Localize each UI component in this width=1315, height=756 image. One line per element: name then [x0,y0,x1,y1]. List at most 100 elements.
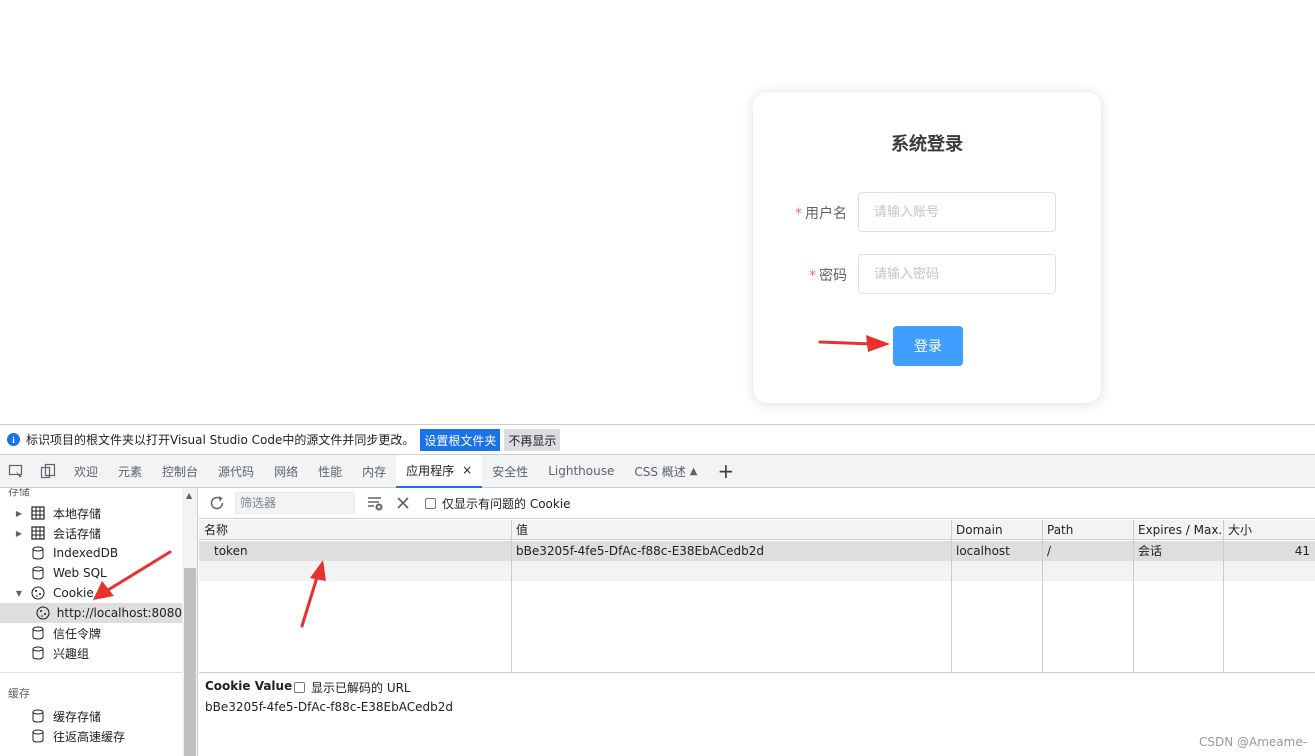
scrollbar-thumb[interactable] [184,568,196,756]
infobar-message: 标识项目的根文件夹以打开Visual Studio Code中的源文件并同步更改… [26,433,415,447]
database-icon [30,646,46,660]
cookie-value-text: bBe3205f-4fe5-DfAc-f88c-E38EbACedb2d [205,700,453,714]
sidebar-scrollbar[interactable]: ▲ [182,488,197,756]
filter-input[interactable] [235,492,355,514]
column-divider[interactable] [1223,520,1224,672]
grid-icon [30,506,46,520]
delete-selected-icon[interactable] [389,489,417,517]
sidebar-item-local-storage[interactable]: ▶ 本地存储 [0,503,182,523]
sidebar-item-localhost-cookie[interactable]: http://localhost:8080 [0,603,182,623]
device-toolbar-icon[interactable] [32,455,64,488]
tab-elements[interactable]: 元素 [108,455,152,488]
required-mark: * [795,206,802,222]
password-label: * 密码 [773,265,847,285]
show-decoded-url-label: 显示已解码的 URL [311,681,411,695]
scroll-up-arrow-icon[interactable]: ▲ [186,491,192,500]
cell-expires: 会话 [1138,544,1163,558]
column-divider[interactable] [951,520,952,672]
tab-sources[interactable]: 源代码 [208,455,264,488]
username-input[interactable] [858,192,1056,232]
login-title: 系统登录 [891,134,963,155]
tab-security[interactable]: 安全性 [482,455,538,488]
only-issues-label: 仅显示有问题的 Cookie [442,496,571,511]
sidebar-item-web-sql[interactable]: Web SQL [0,563,182,583]
column-divider[interactable] [1042,520,1043,672]
sidebar-item-interest-groups[interactable]: 兴趣组 [0,643,182,663]
cache-section-header: 缓存 [8,687,30,700]
only-issues-checkbox[interactable] [425,497,436,509]
collapse-arrow-icon[interactable]: ▼ [12,589,26,598]
sidebar-item-label: IndexedDB [53,546,119,560]
column-header-expires[interactable]: Expires / Max... [1138,520,1224,540]
application-sidebar: 存储 ▶ 本地存储 ▶ 会话存储 IndexedDB Web SQL ▼ Coo… [0,488,198,756]
column-header-name[interactable]: 名称 [204,520,228,540]
cell-domain: localhost [956,544,1010,558]
sidebar-item-label: 本地存储 [53,506,102,521]
show-decoded-url-toggle[interactable]: 显示已解码的 URL [294,679,411,696]
tab-css-overview[interactable]: CSS 概述 ▲ [624,455,707,488]
column-header-size[interactable]: 大小 [1228,520,1252,540]
sidebar-item-indexeddb[interactable]: IndexedDB [0,543,182,563]
tab-css-overview-label: CSS 概述 [634,464,686,479]
column-header-path[interactable]: Path [1047,520,1073,540]
web-page: 系统登录 *用户名 *密码 登录 [0,0,1315,424]
sidebar-item-label: 会话存储 [53,526,102,541]
cell-name: token [214,544,248,558]
tab-application-label: 应用程序 [406,463,455,478]
tab-lighthouse[interactable]: Lighthouse [538,455,624,488]
cell-size: 41 [1294,544,1310,558]
column-header-value[interactable]: 值 [516,520,528,540]
tab-memory[interactable]: 内存 [352,455,396,488]
sidebar-item-trust-tokens[interactable]: 信任令牌 [0,623,182,643]
sidebar-item-cookie[interactable]: ▼ Cookie [0,583,182,603]
database-icon [30,709,46,723]
sidebar-item-label: 缓存存储 [53,709,102,724]
username-label: * 用户名 [773,203,847,223]
cookie-value-pane: Cookie Value 显示已解码的 URL bBe3205f-4fe5-Df… [199,672,1315,756]
tab-welcome[interactable]: 欢迎 [64,455,108,488]
table-row-empty[interactable] [199,561,1315,581]
inspect-element-icon[interactable] [0,455,32,488]
sidebar-item-label: http://localhost:8080 [56,606,182,620]
tab-application[interactable]: 应用程序 × [396,454,483,488]
sidebar-item-bfcache[interactable]: 往返高速缓存 [0,726,182,746]
column-header-domain[interactable]: Domain [956,520,1003,540]
tab-network[interactable]: 网络 [264,455,308,488]
grid-icon [30,526,46,540]
clear-all-icon[interactable] [361,489,389,517]
cookie-table: 名称 值 Domain Path Expires / Max... 大小 tok… [199,520,1315,672]
screen: 系统登录 *用户名 *密码 登录 i 标识项目的根文件夹以打开Visual St… [0,0,1315,756]
table-row[interactable]: token bBe3205f-4fe5-DfAc-f88c-E38EbACedb… [199,541,1315,561]
column-divider[interactable] [1133,520,1134,672]
expand-arrow-icon[interactable]: ▶ [12,529,26,538]
tab-console[interactable]: 控制台 [152,455,208,488]
close-icon[interactable]: × [462,463,472,477]
flask-icon: ▲ [689,465,698,477]
set-root-folder-button[interactable]: 设置根文件夹 [420,428,501,451]
add-tab-button[interactable]: + [707,459,744,483]
cookie-value-title: Cookie Value [205,679,293,693]
cell-value: bBe3205f-4fe5-DfAc-f88c-E38EbACedb2d [516,544,764,558]
sidebar-item-cache-storage[interactable]: 缓存存储 [0,706,182,726]
database-icon [30,626,46,640]
sidebar-item-label: Web SQL [53,566,107,580]
show-decoded-url-checkbox[interactable] [294,682,305,693]
expand-arrow-icon[interactable]: ▶ [12,509,26,518]
cookie-icon [30,586,46,600]
required-mark: * [809,268,816,284]
column-divider[interactable] [511,520,512,672]
database-icon [30,566,46,580]
tab-performance[interactable]: 性能 [308,455,352,488]
info-icon: i [7,433,20,446]
username-label-text: 用户名 [805,206,847,222]
login-card: 系统登录 *用户名 *密码 登录 [753,92,1101,403]
cookie-toolbar: 仅显示有问题的 Cookie [199,488,1315,519]
sidebar-item-label: 信任令牌 [53,626,102,641]
cell-path: / [1047,544,1052,558]
sidebar-item-session-storage[interactable]: ▶ 会话存储 [0,523,182,543]
dont-show-again-button[interactable]: 不再显示 [504,428,561,451]
refresh-icon[interactable] [203,489,231,517]
password-input[interactable] [858,254,1056,294]
sidebar-item-label: 往返高速缓存 [53,729,126,744]
login-button[interactable]: 登录 [893,326,963,366]
